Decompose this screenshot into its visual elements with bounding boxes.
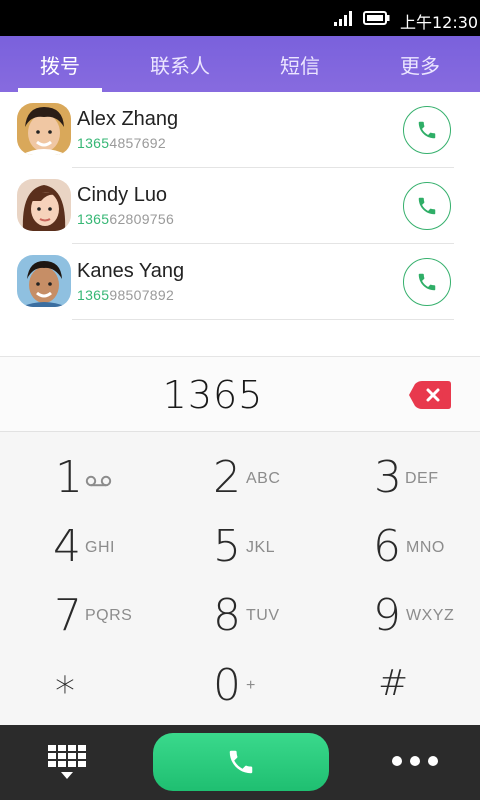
contact-name: Kanes Yang: [77, 260, 185, 282]
key-digit: 3: [374, 452, 402, 503]
number-rest: 98507892: [109, 287, 175, 303]
key-letters: WXYZ: [406, 607, 455, 624]
key-letters: DEF: [405, 470, 439, 487]
divider: [72, 319, 454, 320]
avatar: [17, 255, 71, 307]
tab-bar: 拨号 联系人 短信 更多: [0, 36, 480, 92]
key-digit: 0: [213, 660, 241, 711]
tab-dial[interactable]: 拨号: [0, 36, 120, 92]
key-4[interactable]: 4 GHI: [0, 510, 160, 580]
number-display: 1365: [0, 356, 480, 432]
key-5[interactable]: 5 JKL: [160, 510, 320, 580]
dot: [392, 756, 402, 766]
number-rest: 62809756: [109, 211, 175, 227]
tab-more[interactable]: 更多: [360, 36, 480, 92]
backspace-icon[interactable]: [408, 379, 452, 411]
status-bar: 上午12:30: [0, 0, 480, 36]
signal-icon: [334, 11, 352, 26]
key-letters: TUV: [246, 607, 280, 624]
contact-number: 136598507892: [77, 287, 174, 303]
bottom-bar: [0, 725, 480, 800]
key-digit: 8: [213, 590, 241, 641]
key-letters: +: [246, 677, 256, 694]
contact-number: 13654857692: [77, 135, 166, 151]
key-digit: *: [55, 669, 75, 715]
phone-icon: [418, 197, 436, 215]
phone-icon: [229, 750, 253, 774]
dot: [410, 756, 420, 766]
key-letters: PQRS: [85, 607, 133, 624]
number-match: 1365: [77, 135, 110, 151]
number-match: 1365: [77, 211, 110, 227]
contact-name: Alex Zhang: [77, 108, 179, 130]
dial-call-button[interactable]: [153, 733, 329, 791]
key-digit: 2: [213, 452, 241, 503]
key-letters: GHI: [85, 539, 115, 556]
tab-contacts[interactable]: 联系人: [120, 36, 240, 92]
key-digit: 4: [53, 521, 81, 572]
more-icon[interactable]: [392, 751, 438, 771]
key-star[interactable]: *: [0, 650, 160, 720]
key-2[interactable]: 2 ABC: [160, 440, 320, 510]
call-button[interactable]: [403, 182, 451, 230]
dial-keypad: 1 2 ABC 3 DEF 4 GHI 5 JKL 6 MNO 7 PQRS 8…: [0, 432, 480, 725]
key-digit: 7: [54, 590, 82, 641]
call-button[interactable]: [403, 258, 451, 306]
number-match: 1365: [77, 287, 110, 303]
contact-suggestions: Alex Zhang 13654857692 Cindy Luo 1365628…: [0, 92, 480, 356]
keypad-icon[interactable]: [46, 743, 88, 781]
key-digit: 1: [55, 452, 83, 503]
contact-number: 136562809756: [77, 211, 174, 227]
avatar: [17, 179, 71, 231]
number-rest: 4857692: [109, 135, 166, 151]
avatar: [17, 103, 71, 155]
key-0[interactable]: 0 +: [160, 650, 320, 720]
dot: [428, 756, 438, 766]
battery-icon: [363, 11, 390, 25]
key-digit: #: [378, 663, 409, 704]
voicemail-icon: [85, 475, 112, 487]
contact-row[interactable]: Kanes Yang 136598507892: [0, 244, 480, 320]
key-digit: 6: [373, 521, 401, 572]
call-button[interactable]: [403, 106, 451, 154]
key-1[interactable]: 1: [0, 440, 160, 510]
key-digit: 5: [213, 521, 241, 572]
key-8[interactable]: 8 TUV: [160, 580, 320, 650]
status-time: 上午12:30: [400, 13, 479, 32]
phone-icon: [418, 273, 436, 291]
tab-messages[interactable]: 短信: [240, 36, 360, 92]
phone-icon: [418, 121, 436, 139]
contact-row[interactable]: Cindy Luo 136562809756: [0, 168, 480, 244]
key-9[interactable]: 9 WXYZ: [320, 580, 480, 650]
dialed-number[interactable]: 1365: [0, 373, 426, 417]
key-letters: JKL: [246, 539, 276, 556]
contact-row[interactable]: Alex Zhang 13654857692: [0, 92, 480, 168]
contact-name: Cindy Luo: [77, 184, 168, 206]
key-letters: ABC: [246, 470, 281, 487]
key-digit: 9: [373, 590, 401, 641]
key-3[interactable]: 3 DEF: [320, 440, 480, 510]
key-7[interactable]: 7 PQRS: [0, 580, 160, 650]
key-6[interactable]: 6 MNO: [320, 510, 480, 580]
key-hash[interactable]: #: [320, 650, 480, 720]
key-letters: MNO: [406, 539, 445, 556]
